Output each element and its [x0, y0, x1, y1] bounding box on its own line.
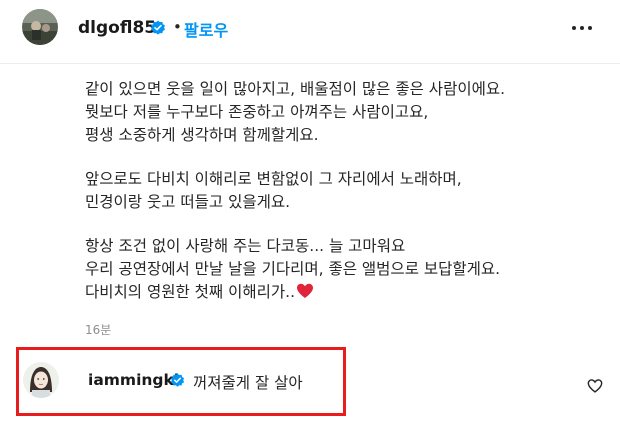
- commenter-avatar[interactable]: [23, 362, 59, 398]
- caption-line: 앞으로도 다비치 이해리로 변함없이 그 자리에서 노래하며,: [85, 170, 462, 188]
- caption-line: 평생 소중하게 생각하며 함께할게요.: [85, 126, 319, 144]
- caption-line: 민경이랑 웃고 떠들고 있을게요.: [85, 193, 291, 211]
- comment-text: 꺼져줄게 잘 살아: [193, 374, 303, 392]
- more-options-icon[interactable]: [568, 18, 596, 38]
- caption-line-last: 다비치의 영원한 첫째 이해리가..: [85, 281, 595, 304]
- verified-badge-icon: [170, 373, 185, 388]
- caption-text: 다비치의 영원한 첫째 이해리가..: [85, 283, 296, 301]
- heart-outline-icon[interactable]: [587, 378, 603, 394]
- caption-line: 뭣보다 저를 누구보다 존중하고 아껴주는 사람이고요,: [85, 103, 429, 121]
- commenter-username[interactable]: iammingki: [88, 371, 179, 389]
- caption-line: 같이 있으면 웃을 일이 많아지고, 배울점이 많은 좋은 사람이에요.: [85, 80, 506, 98]
- red-heart-icon: [296, 283, 314, 306]
- post-header: dlgofl85 • 팔로우: [0, 0, 620, 64]
- follow-button[interactable]: 팔로우: [184, 17, 228, 41]
- caption-line: 항상 조건 없이 사랑해 주는 다코동... 늘 고마워요: [85, 237, 406, 255]
- caption-line: 우리 공연장에서 만날 날을 기다리며, 좋은 앨범으로 보답할게요.: [85, 260, 501, 278]
- avatar[interactable]: [22, 9, 58, 45]
- verified-badge-icon: [150, 20, 166, 36]
- separator-dot: •: [173, 18, 182, 36]
- post-username[interactable]: dlgofl85: [78, 18, 156, 38]
- post-caption: 같이 있으면 웃을 일이 많아지고, 배울점이 많은 좋은 사람이에요. 뭣보다…: [85, 78, 595, 304]
- post-timestamp: 16분: [85, 323, 112, 337]
